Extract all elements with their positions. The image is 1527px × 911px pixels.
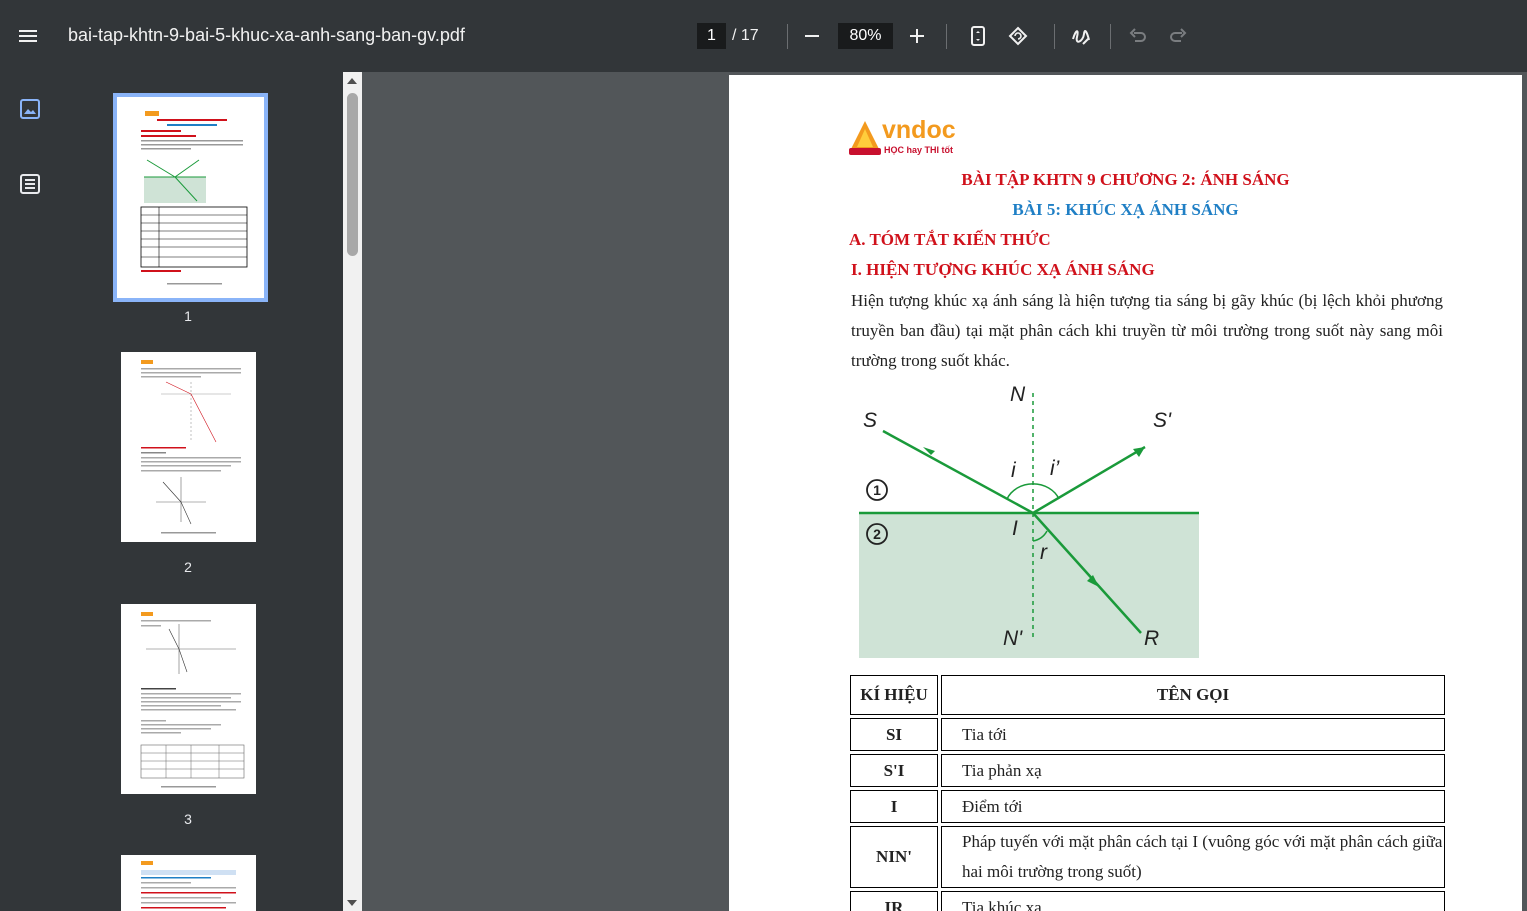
logo-mark-icon bbox=[849, 121, 881, 155]
table-row: SI Tia tới bbox=[850, 718, 1445, 751]
table-header-cell: KÍ HIỆU bbox=[850, 675, 938, 715]
annotate-icon[interactable] bbox=[1069, 24, 1093, 48]
pdf-page: vndoc HỌC hay THI tốt BÀI TẬP KHTN 9 CHƯ… bbox=[729, 75, 1522, 911]
table-cell-symbol: NIN' bbox=[850, 826, 938, 888]
zoom-level[interactable]: 80% bbox=[838, 23, 893, 49]
logo-tagline: HỌC hay THI tốt bbox=[884, 145, 953, 155]
toolbar: bai-tap-khtn-9-bai-5-khuc-xa-anh-sang-ba… bbox=[0, 0, 1527, 72]
table-cell-symbol: IR bbox=[850, 891, 938, 911]
section-heading-i: I. HIỆN TƯỢNG KHÚC XẠ ÁNH SÁNG bbox=[851, 260, 1155, 279]
scrollbar-thumb[interactable] bbox=[347, 93, 358, 256]
outline-icon[interactable] bbox=[19, 173, 41, 195]
menu-icon[interactable] bbox=[18, 26, 38, 46]
body-paragraph: Hiện tượng khúc xạ ánh sáng là hiện tượn… bbox=[851, 291, 1443, 370]
thumbnail-preview bbox=[140, 612, 245, 788]
label-medium-1: 1 bbox=[873, 482, 881, 498]
table-cell-name: Pháp tuyến với mặt phân cách tại I (vuôn… bbox=[941, 826, 1445, 888]
zoom-out-icon[interactable] bbox=[800, 24, 824, 48]
table-cell-name: Tia khúc xạ bbox=[941, 891, 1445, 911]
table-cell-symbol: SI bbox=[850, 718, 938, 751]
symbol-table: KÍ HIỆU TÊN GỌI SI Tia tới S'I Tia phản … bbox=[847, 672, 1448, 911]
toolbar-divider bbox=[787, 24, 788, 49]
section-heading-a: A. TÓM TẮT KIẾN THỨC bbox=[849, 230, 1051, 249]
table-cell-symbol: I bbox=[850, 790, 938, 823]
rotate-icon[interactable] bbox=[1006, 24, 1030, 48]
label-R: R bbox=[1144, 627, 1159, 650]
total-pages: 17 bbox=[740, 27, 759, 44]
table-row: NIN' Pháp tuyến với mặt phân cách tại I … bbox=[850, 826, 1445, 888]
thumbnail-page-3[interactable] bbox=[121, 604, 256, 794]
thumbnail-label: 2 bbox=[184, 559, 192, 575]
label-r: r bbox=[1040, 541, 1048, 564]
zoom-in-icon[interactable] bbox=[905, 24, 929, 48]
vndoc-logo: vndoc HỌC hay THI tốt bbox=[847, 116, 967, 161]
page-number-input[interactable] bbox=[697, 23, 726, 49]
logo-text: vndoc bbox=[882, 116, 956, 144]
table-row: IR Tia khúc xạ bbox=[850, 891, 1445, 911]
table-row: I Điểm tới bbox=[850, 790, 1445, 823]
thumbnail-preview bbox=[141, 360, 241, 534]
label-i-prime: i’ bbox=[1050, 457, 1060, 480]
thumbnail-page-2[interactable] bbox=[121, 352, 256, 542]
document-title: bai-tap-khtn-9-bai-5-khuc-xa-anh-sang-ba… bbox=[68, 25, 465, 45]
scroll-up-icon[interactable] bbox=[347, 78, 357, 84]
table-header-row: KÍ HIỆU TÊN GỌI bbox=[850, 675, 1445, 715]
label-S: S bbox=[863, 409, 877, 432]
thumbnail-preview bbox=[141, 861, 236, 909]
table-cell-name: Tia tới bbox=[941, 718, 1445, 751]
refraction-diagram: N S S' i i’ I r N' R 1 2 bbox=[847, 379, 1199, 661]
thumbnails-icon[interactable] bbox=[19, 98, 41, 120]
table-cell-name: Điểm tới bbox=[941, 790, 1445, 823]
thumbnail-label: 3 bbox=[184, 811, 192, 827]
toolbar-divider bbox=[946, 24, 947, 49]
thumbnail-scrollbar[interactable] bbox=[343, 72, 362, 911]
page-count: / 17 bbox=[732, 27, 759, 45]
sidebar-rail bbox=[0, 72, 60, 911]
table-cell-name: Tia phản xạ bbox=[941, 754, 1445, 787]
doc-title: BÀI TẬP KHTN 9 CHƯƠNG 2: ÁNH SÁNG bbox=[961, 170, 1290, 189]
label-S-prime: S' bbox=[1153, 409, 1172, 432]
scroll-down-icon[interactable] bbox=[347, 900, 357, 906]
thumbnail-label: 1 bbox=[184, 308, 192, 324]
toolbar-divider bbox=[1054, 24, 1055, 49]
thumbnail-page-1[interactable] bbox=[113, 93, 268, 302]
table-row: S'I Tia phản xạ bbox=[850, 754, 1445, 787]
label-medium-2: 2 bbox=[873, 526, 881, 542]
thumbnail-pane: 1 2 3 bbox=[60, 72, 343, 911]
doc-subtitle: BÀI 5: KHÚC XẠ ÁNH SÁNG bbox=[1012, 200, 1239, 219]
redo-icon[interactable] bbox=[1166, 24, 1190, 48]
fit-page-icon[interactable] bbox=[966, 24, 990, 48]
thumbnail-page-4[interactable] bbox=[121, 855, 256, 911]
label-N-prime: N' bbox=[1003, 627, 1023, 650]
page-separator: / bbox=[732, 27, 737, 44]
label-I: I bbox=[1012, 517, 1018, 540]
label-N: N bbox=[1010, 383, 1026, 406]
label-i: i bbox=[1011, 459, 1017, 482]
undo-icon[interactable] bbox=[1126, 24, 1150, 48]
table-header-cell: TÊN GỌI bbox=[941, 675, 1445, 715]
toolbar-divider bbox=[1110, 24, 1111, 49]
thumbnail-preview bbox=[140, 111, 248, 285]
table-cell-symbol: S'I bbox=[850, 754, 938, 787]
